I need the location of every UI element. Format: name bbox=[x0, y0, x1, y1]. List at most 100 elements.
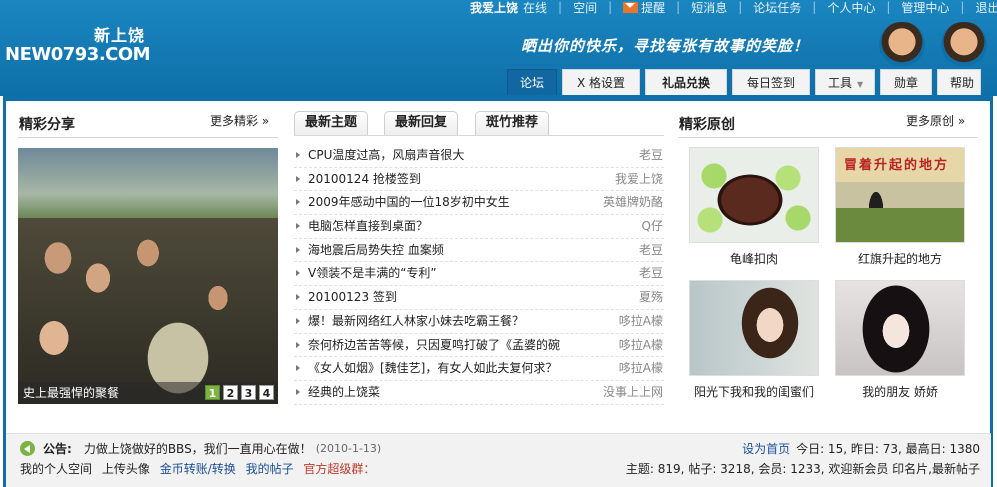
coin-transfer-link[interactable]: 金币转账/转换 bbox=[160, 462, 236, 476]
arrow-bullet-icon bbox=[296, 294, 300, 301]
thumbnail-image[interactable] bbox=[689, 147, 819, 243]
topic-author[interactable]: 老豆 bbox=[639, 239, 663, 263]
topic-title[interactable]: 经典的上饶菜 bbox=[308, 381, 380, 405]
topic-title[interactable]: V领装不是丰满的“专利” bbox=[308, 262, 437, 286]
my-space-link[interactable]: 我的个人空间 bbox=[20, 462, 92, 476]
featured-photo[interactable]: 史上最强悍的聚餐 1 2 3 4 bbox=[18, 148, 278, 404]
profile-link[interactable]: 个人中心 bbox=[827, 0, 875, 16]
nav-tab-tools-label: 工具 bbox=[828, 76, 853, 90]
separator: | bbox=[738, 0, 743, 14]
slide-page-3[interactable]: 3 bbox=[241, 385, 256, 400]
topic-title[interactable]: CPU温度过高，风扇声音很大 bbox=[308, 144, 464, 168]
logo-chinese[interactable]: 新上饶 bbox=[94, 22, 145, 46]
nav-tab-help[interactable]: 帮助 bbox=[937, 69, 982, 95]
topic-author[interactable]: 老豆 bbox=[639, 144, 663, 168]
space-link[interactable]: 空间 bbox=[573, 0, 597, 16]
arrow-bullet-icon bbox=[296, 152, 300, 158]
tab-latest-topics[interactable]: 最新主题 bbox=[294, 111, 369, 135]
upload-avatar-link[interactable]: 上传头像 bbox=[102, 462, 150, 476]
arrow-bullet-icon bbox=[296, 175, 300, 182]
set-homepage-link[interactable]: 设为首页 bbox=[742, 442, 790, 456]
slide-page-2[interactable]: 2 bbox=[223, 385, 238, 400]
list-item: CPU温度过高，风扇声音很大 老豆 bbox=[294, 144, 664, 168]
stats-today: 设为首页 今日: 15, 昨日: 73, 最高日: 1380 bbox=[742, 440, 980, 457]
topic-author[interactable]: 哆拉A檬 bbox=[619, 310, 663, 334]
arrow-bullet-icon bbox=[296, 223, 300, 230]
thumbnail-caption[interactable]: 红旗升起的地方 bbox=[830, 250, 970, 267]
nav-tab-tools[interactable]: 工具 ▼ bbox=[815, 69, 876, 95]
slide-page-1[interactable]: 1 bbox=[205, 385, 220, 400]
nav-tab-xge-settings[interactable]: X 格设置 bbox=[562, 69, 641, 95]
thumbnail-caption[interactable]: 我的朋友 娇娇 bbox=[830, 383, 970, 400]
topic-title[interactable]: 电脑怎样直接到桌面？ bbox=[308, 215, 428, 239]
main-nav: 论坛 X 格设置 礼品兑换 每日签到 工具 ▼ 勋章 帮助 bbox=[507, 69, 982, 95]
thumbnail-image[interactable]: 冒着升起的地方 bbox=[835, 147, 965, 243]
topic-title[interactable]: 爆！最新网络红人林家小妹去吃霸王餐？ bbox=[308, 310, 524, 334]
tab-latest-replies[interactable]: 最新回复 bbox=[384, 111, 459, 135]
separator: | bbox=[960, 0, 965, 14]
topic-author[interactable]: 英雄牌奶酪 bbox=[603, 191, 663, 215]
admin-link[interactable]: 管理中心 bbox=[901, 0, 949, 16]
topic-title[interactable]: 奈何桥边苦苦等候，只因夏鸣打破了《孟婆的碗 bbox=[308, 334, 560, 358]
username-link[interactable]: 我爱上饶 bbox=[470, 0, 518, 16]
forum-tasks-link[interactable]: 论坛任务 bbox=[753, 0, 801, 16]
thumbnail-caption[interactable]: 阳光下我和我的闺蜜们 bbox=[684, 383, 824, 400]
my-posts-link[interactable]: 我的帖子 bbox=[246, 462, 294, 476]
topic-author[interactable]: 夏殇 bbox=[639, 286, 663, 310]
nav-tab-medals[interactable]: 勋章 bbox=[880, 69, 933, 95]
list-item: 20100124 抢楼签到 我爱上饶 bbox=[294, 168, 664, 192]
announcement-text[interactable]: 力做上饶做好的BBS，我们一直用心在做！ bbox=[84, 440, 312, 457]
list-item: 经典的上饶菜 没事上上网 bbox=[294, 381, 664, 405]
list-item: 《女人如烟》[魏佳艺]，有女人如此夫复何求？ 哆拉A檬 bbox=[294, 357, 664, 381]
list-item: 2009年感动中国的一位18岁初中女生 英雄牌奶酪 bbox=[294, 191, 664, 216]
separator: | bbox=[558, 0, 563, 14]
topic-author[interactable]: 老豆 bbox=[639, 262, 663, 286]
topic-author[interactable]: 哆拉A檬 bbox=[619, 357, 663, 381]
nav-tab-daily-sign[interactable]: 每日签到 bbox=[732, 69, 811, 95]
list-item: 海地震后局势失控 血案频 老豆 bbox=[294, 239, 664, 263]
more-featured-link[interactable]: 更多精彩 » bbox=[210, 112, 269, 129]
thumbnail-caption[interactable]: 龟峰扣肉 bbox=[684, 250, 824, 267]
nav-tab-forum[interactable]: 论坛 bbox=[507, 69, 558, 95]
nav-tab-gift-exchange[interactable]: 礼品兑换 bbox=[645, 69, 728, 95]
photo-sign-text: 冒着升起的地方 bbox=[844, 158, 950, 173]
topic-author[interactable]: 我爱上饶 bbox=[615, 168, 663, 192]
list-item: 20100123 签到 夏殇 bbox=[294, 286, 664, 310]
stats-today-text: 今日: 15, 昨日: 73, 最高日: 1380 bbox=[796, 442, 980, 456]
thumbnail-image[interactable] bbox=[835, 280, 965, 376]
logout-link[interactable]: 退出 bbox=[975, 0, 997, 16]
announcement-label: 公告: bbox=[43, 442, 72, 456]
topic-author[interactable]: Q仔 bbox=[642, 215, 663, 239]
topic-title[interactable]: 20100123 签到 bbox=[308, 286, 397, 310]
topic-title[interactable]: 海地震后局势失控 血案频 bbox=[308, 239, 444, 263]
online-status[interactable]: 在线 bbox=[523, 0, 547, 16]
topic-list: CPU温度过高，风扇声音很大 老豆 20100124 抢楼签到 我爱上饶 2009年… bbox=[294, 144, 664, 405]
topic-title[interactable]: 20100124 抢楼签到 bbox=[308, 168, 421, 192]
more-original-link[interactable]: 更多原创 » bbox=[906, 112, 965, 129]
remind-link[interactable]: 提醒 bbox=[641, 0, 665, 16]
divider bbox=[18, 137, 278, 138]
topic-title[interactable]: 《女人如烟》[魏佳艺]，有女人如此夫复何求？ bbox=[308, 357, 557, 381]
sms-link[interactable]: 短消息 bbox=[691, 0, 727, 16]
top-user-bar: 我爱上饶 在线 | 空间 | 提醒 | 短消息 | 论坛任务 | 个人中心 | … bbox=[470, 0, 997, 16]
slide-page-4[interactable]: 4 bbox=[259, 385, 274, 400]
arrow-bullet-icon bbox=[296, 317, 300, 324]
topic-author[interactable]: 没事上上网 bbox=[603, 381, 663, 405]
arrow-bullet-icon bbox=[296, 388, 300, 395]
stats-totals: 主题: 819, 帖子: 3218, 会员: 1233, 欢迎新会员 印名片,最… bbox=[625, 462, 980, 476]
mail-icon[interactable] bbox=[623, 1, 639, 13]
divider bbox=[678, 137, 978, 138]
arrow-bullet-icon bbox=[296, 246, 300, 253]
section-title-featured-original: 精彩原创 bbox=[679, 117, 735, 133]
tab-moderator-picks[interactable]: 斑竹推荐 bbox=[475, 111, 550, 135]
topic-title[interactable]: 2009年感动中国的一位18岁初中女生 bbox=[308, 191, 510, 215]
photo-image bbox=[18, 218, 278, 404]
logo-domain[interactable]: NEW0793.COM bbox=[5, 44, 151, 65]
list-item: 爆！最新网络红人林家小妹去吃霸王餐？ 哆拉A檬 bbox=[294, 310, 664, 334]
separator: | bbox=[608, 0, 613, 14]
topic-author[interactable]: 哆拉A檬 bbox=[619, 334, 663, 358]
chevron-down-icon: ▼ bbox=[857, 80, 864, 89]
official-qq-group-link[interactable]: 官方超级群： bbox=[303, 462, 375, 476]
banner-face-icon bbox=[941, 22, 987, 66]
thumbnail-image[interactable] bbox=[689, 280, 819, 376]
